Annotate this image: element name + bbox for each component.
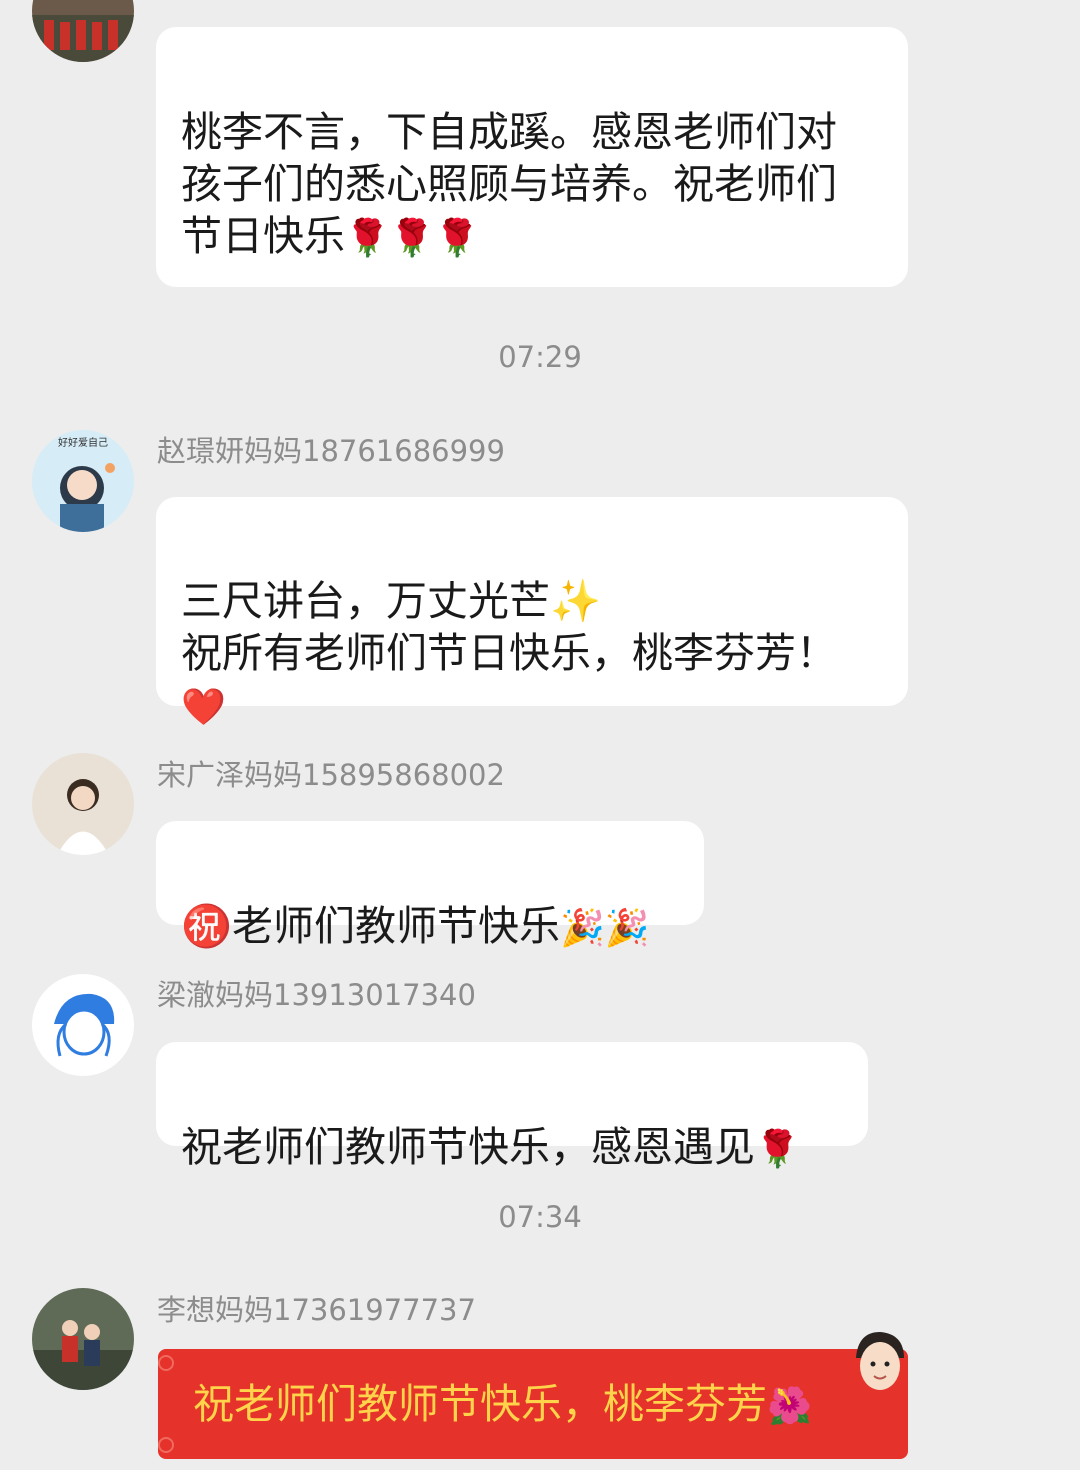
cartoon-boy-sticker-icon: [856, 1332, 904, 1390]
group-photo-avatar-image: [32, 0, 134, 62]
sender-name: 梁澈妈妈13913017340: [157, 978, 476, 1012]
message-bubble[interactable]: 祝老师们教师节快乐，感恩遇见🌹: [156, 1042, 868, 1171]
line-drawing-avatar-image: [32, 974, 134, 1076]
children-photo-avatar-image: [32, 1288, 134, 1390]
sender-name: 李想妈妈17361977737: [157, 1293, 476, 1327]
party-popper-emoji: 🎉🎉: [560, 908, 650, 949]
message-text: 三尺讲台，万丈光芒✨ 祝所有老师们节日快乐，桃李芬芳！: [181, 577, 837, 677]
avatar[interactable]: [32, 1288, 134, 1390]
red-packet-text: 祝老师们教师节快乐，桃李芬芳: [193, 1380, 767, 1428]
rose-emoji: 🌹: [755, 1129, 800, 1170]
avatar[interactable]: [32, 753, 134, 855]
avatar[interactable]: [32, 974, 134, 1076]
avatar-badge-text: 好好爱自己: [58, 436, 108, 449]
heart-emoji: ❤️: [181, 687, 226, 728]
sender-name: 赵璟妍妈妈18761686999: [157, 434, 505, 468]
message-bubble[interactable]: ㊗️老师们教师节快乐🎉🎉: [156, 821, 704, 950]
sender-name: 宋广泽妈妈15895868002: [157, 758, 505, 792]
red-packet-message[interactable]: 祝老师们教师节快乐，桃李芬芳🌺: [158, 1349, 908, 1459]
message-text: 祝老师们教师节快乐，感恩遇见: [181, 1123, 755, 1171]
cartoon-girl-avatar-image: 好好爱自己: [32, 430, 134, 532]
timestamp: 07:34: [498, 1200, 582, 1234]
avatar[interactable]: 好好爱自己: [32, 430, 134, 532]
message-text: 桃李不言，下自成蹊。感恩老师们对 孩子们的悉心照顾与培养。祝老师们 节日快乐: [181, 108, 837, 260]
timestamp: 07:29: [498, 340, 582, 374]
red-packet-pattern-icon: [158, 1355, 174, 1453]
message-bubble[interactable]: 桃李不言，下自成蹊。感恩老师们对 孩子们的悉心照顾与培养。祝老师们 节日快乐🌹🌹…: [156, 27, 908, 287]
toddler-photo-avatar-image: [32, 753, 134, 855]
rose-emoji: 🌹🌹🌹: [345, 218, 480, 259]
message-bubble[interactable]: 三尺讲台，万丈光芒✨ 祝所有老师们节日快乐，桃李芬芳！ ❤️: [156, 497, 908, 728]
hibiscus-emoji: 🌺: [767, 1386, 812, 1427]
avatar[interactable]: [32, 0, 134, 62]
message-text: ㊗️老师们教师节快乐: [181, 902, 561, 950]
